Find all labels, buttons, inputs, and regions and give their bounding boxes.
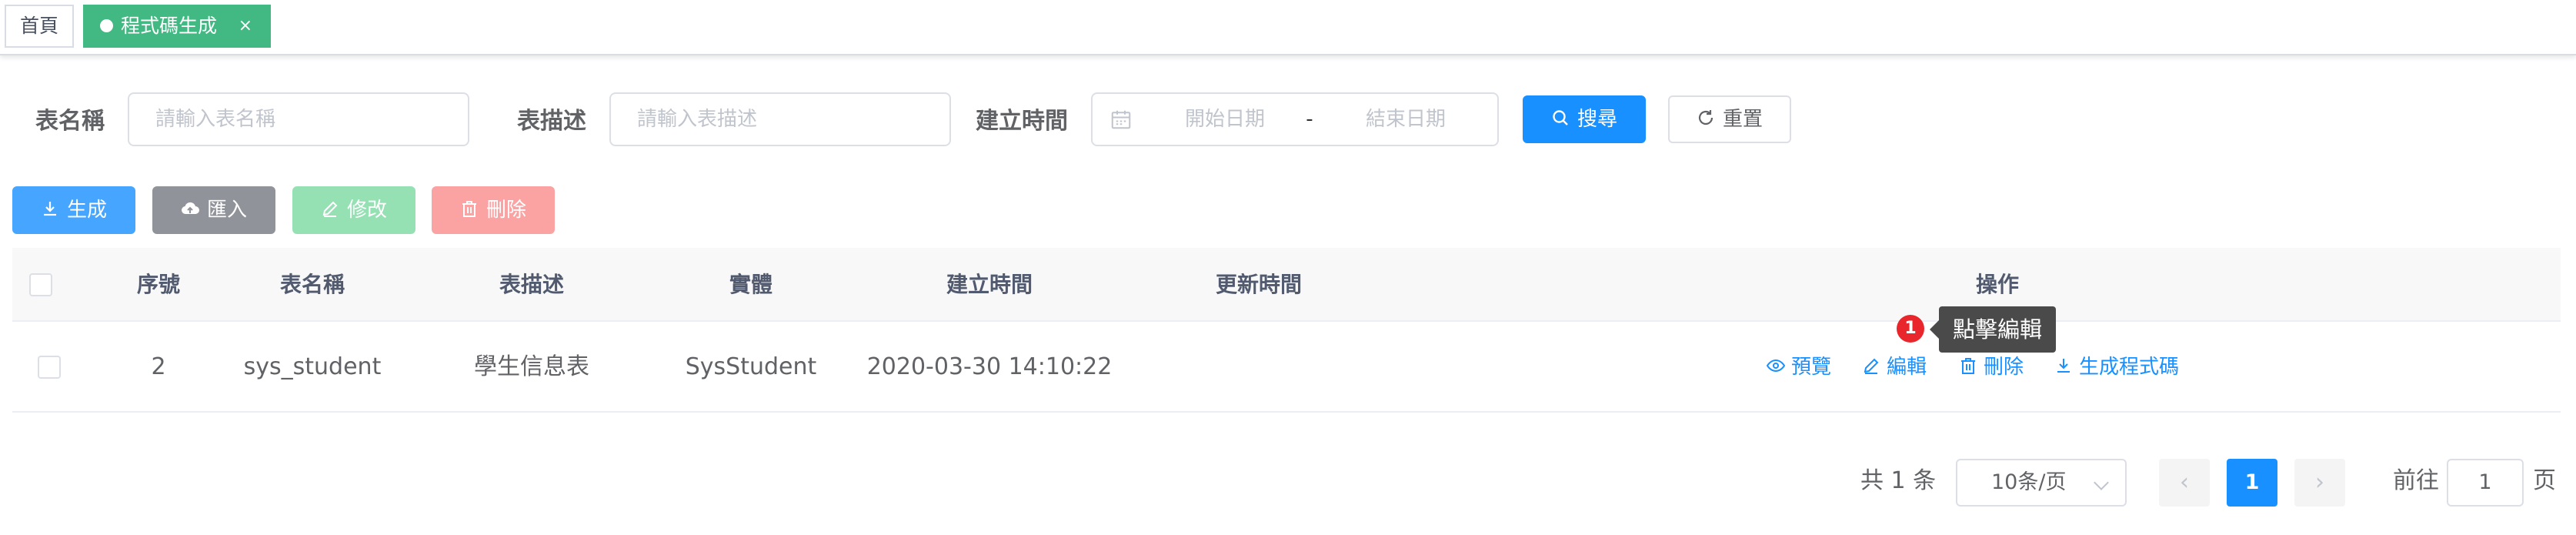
- delete-button-label: 刪除: [486, 199, 526, 222]
- tags-view-bar: 首頁 程式碼生成 ×: [0, 0, 2576, 55]
- tag-code-generator-label: 程式碼生成: [121, 15, 218, 37]
- table-header: 序號 表名稱 表描述 實體 建立時間 更新時間 操作: [12, 248, 2561, 322]
- delete-button[interactable]: 刪除: [432, 186, 555, 234]
- page-size-value: 10条/页: [1991, 470, 2067, 494]
- download-icon: [2057, 358, 2070, 373]
- cloud-upload-icon: [182, 202, 199, 214]
- table-name-input[interactable]: 請輸入表名稱: [128, 92, 469, 146]
- chevron-down-icon: [2094, 475, 2109, 490]
- page-number-current[interactable]: 1: [2227, 459, 2277, 507]
- page-size-select[interactable]: 10条/页: [1956, 459, 2127, 507]
- cell-table-desc: 學生信息表: [474, 353, 589, 380]
- search-button-label: 搜尋: [1577, 108, 1617, 131]
- calendar-icon: [1111, 110, 1131, 129]
- table-desc-label: 表描述: [517, 108, 586, 135]
- preview-action[interactable]: 預覽: [1766, 322, 1832, 413]
- edit-button[interactable]: 修改: [292, 186, 415, 234]
- tag-code-generator[interactable]: 程式碼生成 ×: [83, 5, 271, 48]
- generate-code-action[interactable]: 生成程式碼: [2054, 322, 2179, 413]
- step-badge: 1: [1897, 315, 1924, 343]
- date-range-picker[interactable]: 開始日期 - 結束日期: [1091, 92, 1499, 146]
- next-page-button[interactable]: ›: [2294, 459, 2345, 507]
- edit-tooltip: 點擊編輯: [1939, 306, 2056, 353]
- column-index: 序號: [136, 272, 180, 297]
- import-button[interactable]: 匯入: [152, 186, 275, 234]
- start-date-input[interactable]: 開始日期: [1163, 94, 1286, 145]
- cell-index: 2: [151, 353, 166, 380]
- table-desc-input[interactable]: 請輸入表描述: [609, 92, 951, 146]
- reset-button[interactable]: 重置: [1668, 95, 1791, 143]
- select-all-checkbox[interactable]: [29, 273, 52, 296]
- generate-button-label: 生成: [66, 199, 107, 222]
- goto-unit-label: 页: [2533, 467, 2556, 494]
- search-icon: [1553, 109, 1568, 125]
- column-created-time: 建立時間: [946, 272, 1033, 297]
- refresh-icon: [1698, 109, 1713, 125]
- import-button-label: 匯入: [206, 199, 247, 222]
- generate-button[interactable]: 生成: [12, 186, 135, 234]
- cell-table-name: sys_student: [243, 353, 382, 380]
- table-row: 2 sys_student 學生信息表 SysStudent 2020-03-3…: [12, 322, 2561, 413]
- row-checkbox[interactable]: [38, 356, 61, 379]
- delete-icon: [1961, 357, 1975, 374]
- table-name-label: 表名稱: [35, 108, 105, 135]
- reset-button-label: 重置: [1722, 108, 1763, 131]
- active-dot-icon: [100, 18, 113, 32]
- range-separator: -: [1306, 108, 1313, 131]
- column-entity: 實體: [729, 272, 772, 297]
- goto-label: 前往: [2393, 467, 2439, 494]
- preview-action-label: 預覽: [1791, 356, 1832, 379]
- cell-entity: SysStudent: [685, 353, 817, 380]
- tag-home[interactable]: 首頁: [5, 5, 74, 48]
- goto-page-input[interactable]: 1: [2447, 459, 2524, 507]
- search-button[interactable]: 搜尋: [1523, 95, 1646, 143]
- edit-action-label: 編輯: [1887, 356, 1927, 379]
- eye-icon: [1766, 359, 1786, 372]
- edit-icon: [1864, 358, 1879, 374]
- edit-button-label: 修改: [346, 199, 387, 222]
- close-icon[interactable]: ×: [239, 6, 252, 46]
- delete-action-label: 刪除: [1984, 356, 2024, 379]
- edit-icon: [322, 201, 338, 217]
- cell-created-time: 2020-03-30 14:10:22: [866, 353, 1113, 380]
- column-updated-time: 更新時間: [1215, 272, 1302, 297]
- column-table-name: 表名稱: [279, 272, 345, 297]
- generate-code-action-label: 生成程式碼: [2079, 356, 2180, 379]
- column-table-desc: 表描述: [499, 272, 564, 297]
- download-icon: [43, 201, 56, 216]
- tooltip-arrow: [1930, 320, 1939, 339]
- end-date-input[interactable]: 結束日期: [1333, 94, 1479, 145]
- prev-page-button[interactable]: ‹: [2159, 459, 2210, 507]
- delete-icon: [462, 200, 476, 217]
- pagination-total: 共 1 条: [1860, 467, 1937, 494]
- created-time-label: 建立時間: [976, 108, 1068, 135]
